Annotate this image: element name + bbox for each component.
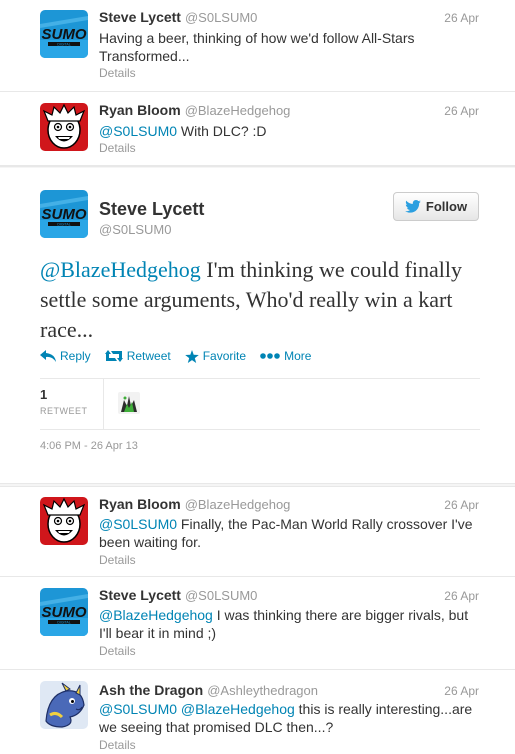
tweet-author[interactable]: Ryan Bloom @BlazeHedgehog — [99, 496, 290, 512]
blue-dragon-icon — [40, 681, 88, 729]
retweeter-avatar[interactable] — [118, 392, 140, 414]
tweet-author[interactable]: Ash the Dragon @Ashleythedragon — [99, 682, 318, 698]
details-link[interactable]: Details — [99, 644, 136, 658]
author-name[interactable]: Ryan Bloom — [99, 496, 181, 512]
favorite-action[interactable]: Favorite — [184, 349, 247, 363]
mention-link[interactable]: @S0LSUM0 — [99, 701, 177, 717]
tweet-actions: Reply Retweet Favorite More — [40, 349, 311, 363]
tweet-stats: 1 RETWEET — [40, 378, 480, 430]
tweet-text: @BlazeHedgehog I was thinking there are … — [99, 606, 479, 642]
tweet-text: @S0LSUM0 Finally, the Pac-Man World Rall… — [99, 515, 479, 551]
sumo-digital-logo-icon — [40, 588, 88, 636]
retweet-count-label[interactable]: RETWEET — [40, 406, 88, 416]
author-screen-name[interactable]: @BlazeHedgehog — [185, 103, 291, 118]
retweet-count[interactable]: 1 — [40, 387, 47, 402]
details-link[interactable]: Details — [99, 141, 136, 155]
tweet-text-body: With DLC? :D — [177, 123, 267, 139]
author-screen-name[interactable]: @S0LSUM0 — [185, 10, 257, 25]
follow-button-label: Follow — [425, 199, 468, 214]
avatar[interactable] — [40, 588, 88, 636]
reply-action[interactable]: Reply — [40, 349, 91, 363]
reply-item[interactable]: Steve Lycett @S0LSUM0 26 Apr @BlazeHedgeh… — [0, 578, 515, 670]
avatar[interactable] — [40, 103, 88, 151]
retweeter-avatar-icon — [118, 392, 140, 414]
tweet-text: @S0LSUM0 @BlazeHedgehog this is really i… — [99, 700, 479, 736]
avatar[interactable] — [40, 10, 88, 58]
tweet-date[interactable]: 26 Apr — [444, 11, 479, 25]
details-link[interactable]: Details — [99, 738, 136, 752]
more-dots-icon — [260, 353, 280, 359]
reply-icon — [40, 350, 56, 362]
sumo-digital-logo-icon — [40, 190, 88, 238]
reply-label: Reply — [60, 349, 91, 363]
main-tweet-text: @BlazeHedgehog I'm thinking we could fin… — [40, 255, 490, 345]
author-name[interactable]: Ash the Dragon — [99, 682, 203, 698]
main-tweet-timestamp[interactable]: 4:06 PM - 26 Apr 13 — [40, 440, 138, 452]
author-screen-name[interactable]: @S0LSUM0 — [185, 588, 257, 603]
favorite-label: Favorite — [202, 349, 247, 363]
cartoon-face-icon — [40, 103, 88, 151]
reply-item[interactable]: Ash the Dragon @Ashleythedragon 26 Apr @S… — [0, 671, 515, 754]
author-screen-name[interactable]: @BlazeHedgehog — [185, 497, 291, 512]
more-action[interactable]: More — [260, 349, 311, 363]
retweet-action[interactable]: Retweet — [104, 349, 171, 363]
mention-link[interactable]: @BlazeHedgehog — [40, 257, 201, 282]
author-screen-name[interactable]: @Ashleythedragon — [207, 683, 318, 698]
retweet-label: Retweet — [126, 349, 171, 363]
tweet-date[interactable]: 26 Apr — [444, 589, 479, 603]
mention-link[interactable]: @S0LSUM0 — [99, 123, 177, 139]
retweet-icon — [104, 350, 123, 362]
stats-divider — [103, 379, 104, 429]
cartoon-face-icon — [40, 497, 88, 545]
sumo-digital-logo-icon — [40, 10, 88, 58]
mention-link[interactable]: @S0LSUM0 — [99, 516, 177, 532]
tweet-date[interactable]: 26 Apr — [444, 684, 479, 698]
avatar[interactable] — [40, 497, 88, 545]
tweet-text: @S0LSUM0 With DLC? :D — [99, 122, 479, 140]
more-label: More — [284, 349, 312, 363]
tweet-date[interactable]: 26 Apr — [444, 104, 479, 118]
details-link[interactable]: Details — [99, 66, 136, 80]
details-link[interactable]: Details — [99, 553, 136, 567]
tweet-date[interactable]: 26 Apr — [444, 498, 479, 512]
main-tweet-author-name[interactable]: Steve Lycett — [99, 199, 204, 220]
author-name[interactable]: Steve Lycett — [99, 587, 181, 603]
star-icon — [184, 349, 199, 363]
avatar[interactable] — [40, 681, 88, 729]
mention-link[interactable]: @BlazeHedgehog — [181, 701, 295, 717]
tweet-author[interactable]: Ryan Bloom @BlazeHedgehog — [99, 102, 290, 118]
tweet-item[interactable]: Steve Lycett @S0LSUM0 26 Apr Having a bee… — [0, 0, 515, 92]
main-tweet-avatar[interactable] — [40, 190, 88, 238]
tweet-text: Having a beer, thinking of how we'd foll… — [99, 30, 415, 64]
twitter-bird-icon — [405, 200, 421, 213]
mention-link[interactable]: @BlazeHedgehog — [99, 607, 213, 623]
main-tweet-screen-name[interactable]: @S0LSUM0 — [99, 222, 171, 237]
reply-item[interactable]: Ryan Bloom @BlazeHedgehog 26 Apr @S0LSUM0… — [0, 487, 515, 577]
follow-button[interactable]: Follow — [393, 192, 479, 221]
author-name[interactable]: Steve Lycett — [99, 9, 181, 25]
tweet-item[interactable]: Ryan Bloom @BlazeHedgehog 26 Apr @S0LSUM0… — [0, 93, 515, 166]
author-name[interactable]: Ryan Bloom — [99, 102, 181, 118]
tweet-author[interactable]: Steve Lycett @S0LSUM0 — [99, 587, 257, 603]
tweet-author[interactable]: Steve Lycett @S0LSUM0 — [99, 9, 257, 25]
